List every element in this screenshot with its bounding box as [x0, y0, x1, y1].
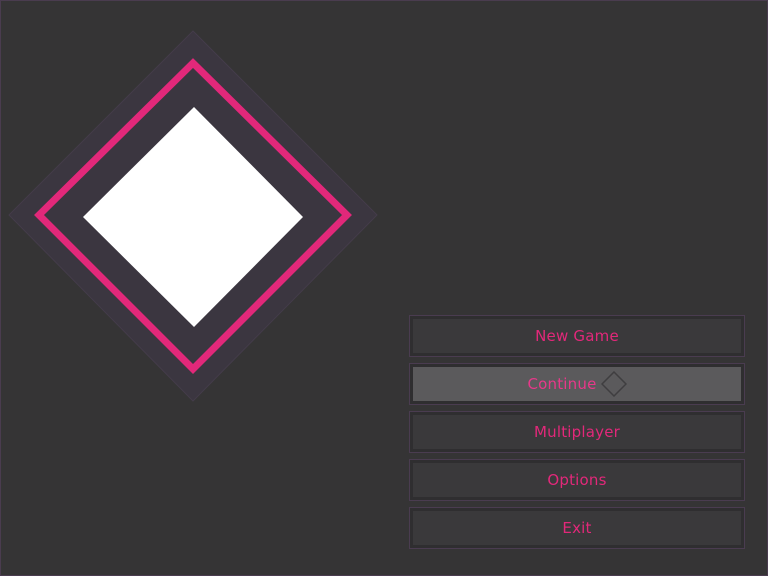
new-game-label: New Game — [535, 327, 619, 345]
multiplayer-label: Multiplayer — [533, 423, 621, 441]
exit-button[interactable]: Exit — [409, 507, 745, 549]
options-button[interactable]: Options — [409, 459, 745, 501]
continue-label: Continue — [527, 375, 597, 393]
options-button-face[interactable]: Options — [413, 463, 741, 497]
exit-label: Exit — [562, 519, 592, 537]
continue-button[interactable]: Continue — [409, 363, 745, 405]
multiplayer-button[interactable]: Multiplayer — [409, 411, 745, 453]
new-game-button-face[interactable]: New Game — [413, 319, 741, 353]
game-screen: New Game Continue Multiplayer Options Ex… — [0, 0, 768, 576]
new-game-button[interactable]: New Game — [409, 315, 745, 357]
options-label: Options — [547, 471, 607, 489]
continue-button-face[interactable]: Continue — [413, 367, 741, 401]
diamond-cursor-icon — [600, 371, 627, 397]
exit-button-face[interactable]: Exit — [413, 511, 741, 545]
main-menu: New Game Continue Multiplayer Options Ex… — [409, 315, 745, 555]
diamond-logo-icon — [8, 30, 378, 402]
multiplayer-button-face[interactable]: Multiplayer — [413, 415, 741, 449]
